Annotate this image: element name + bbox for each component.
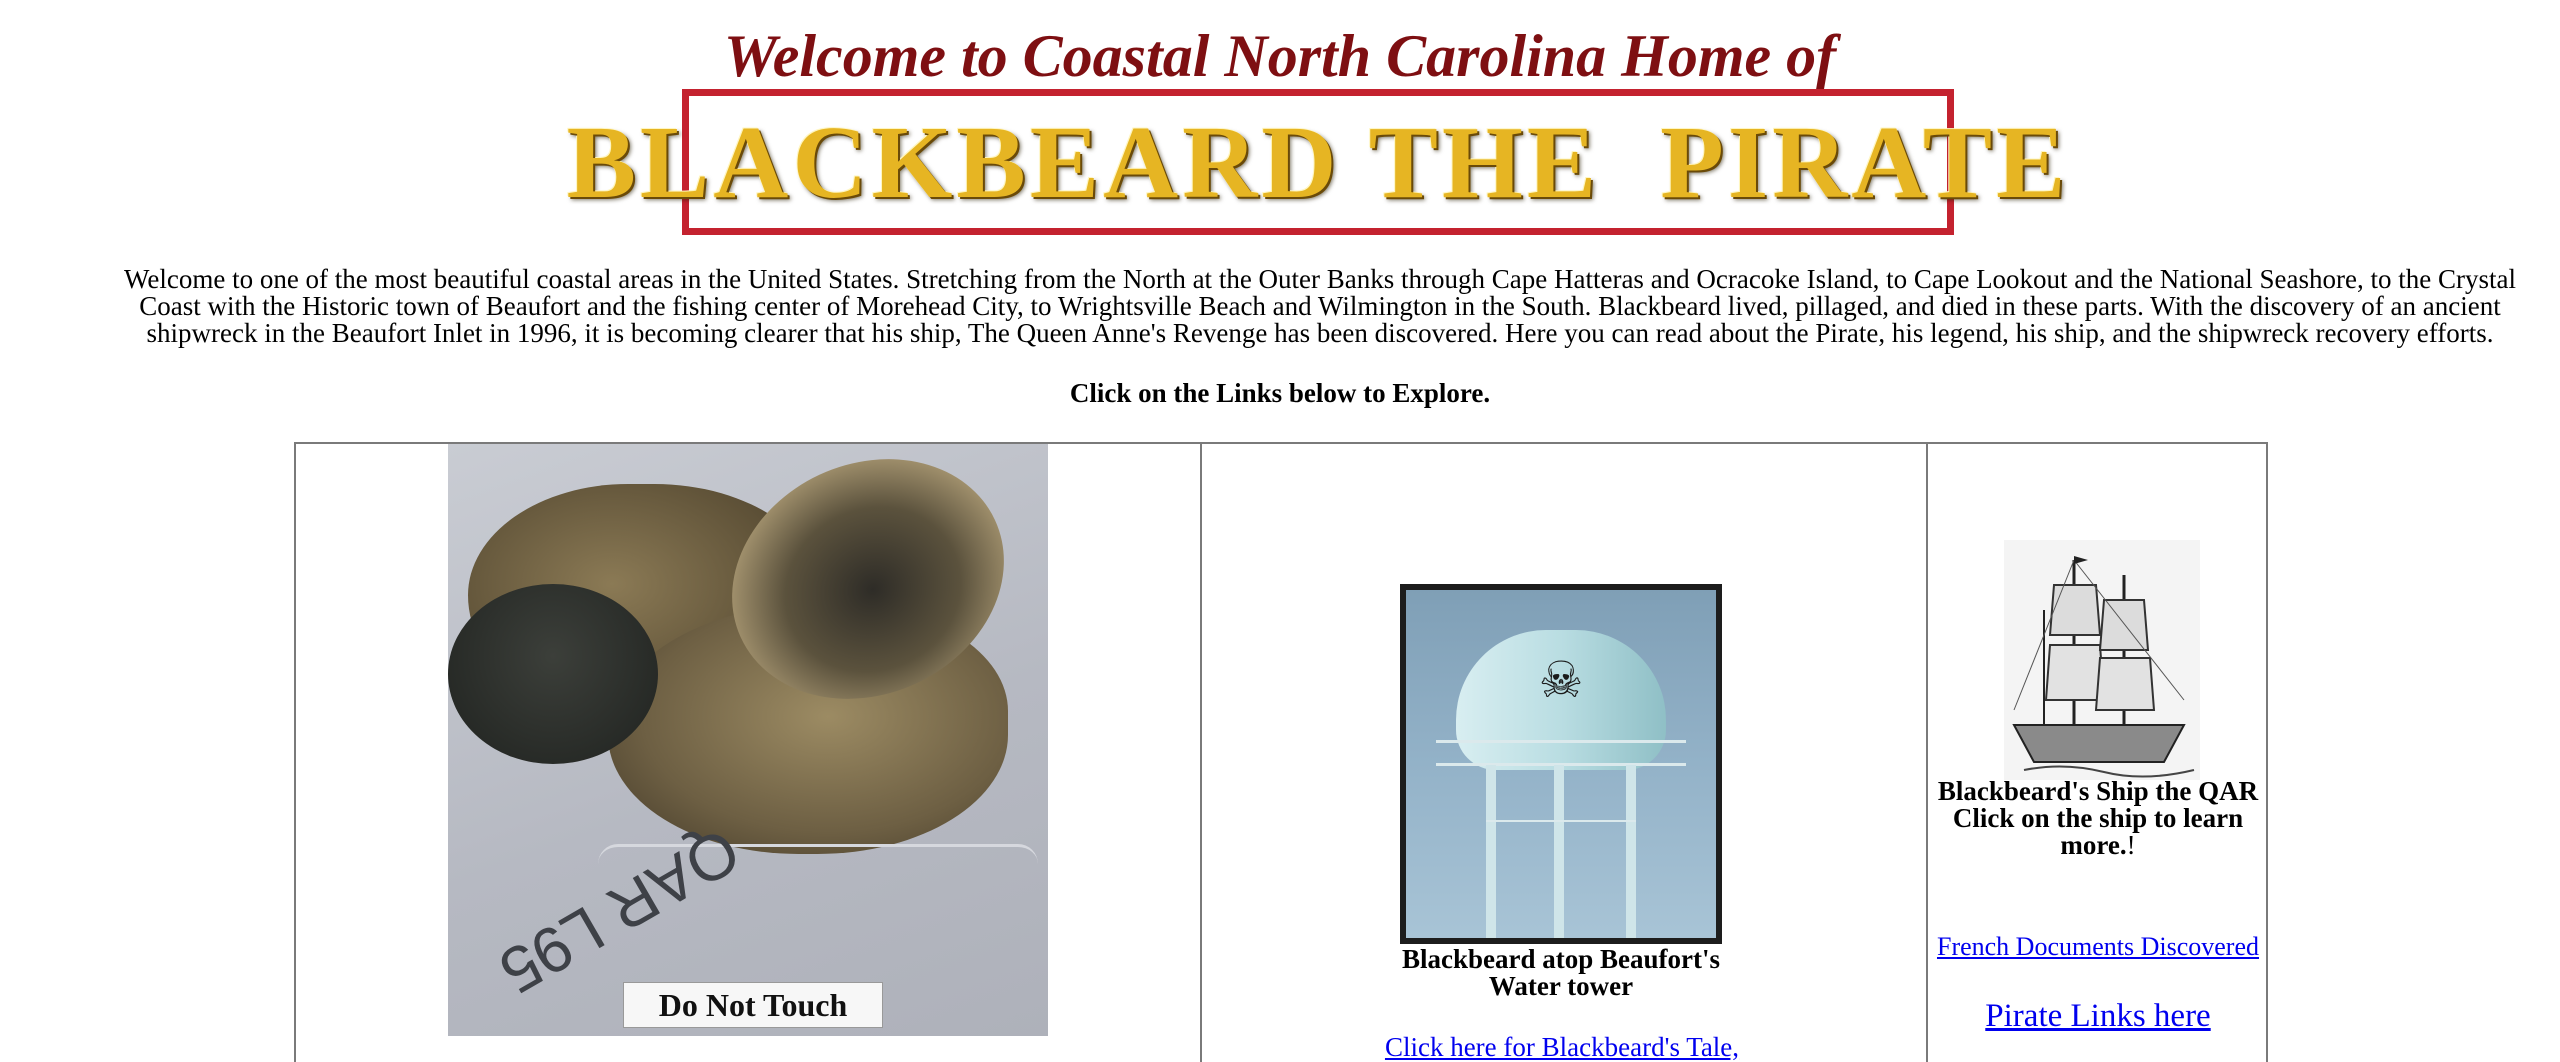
- table-cell-artifact: QAR L95 Do Not Touch: [296, 444, 1202, 1062]
- pirate-links-link[interactable]: Pirate Links here: [1928, 998, 2268, 1035]
- ship-icon: [2004, 540, 2200, 780]
- artifact-scrawl: QAR L95: [487, 814, 752, 1008]
- french-documents-link[interactable]: French Documents Discovered: [1928, 932, 2268, 962]
- intro-paragraph: Welcome to one of the most beautiful coa…: [124, 264, 2516, 348]
- page: Welcome to Coastal North Carolina Home o…: [0, 0, 2560, 1062]
- ship-caption: Blackbeard's Ship the QAR Click on the s…: [1928, 778, 2268, 859]
- table-cell-ship: Blackbeard's Ship the QAR Click on the s…: [1928, 444, 2268, 1062]
- blackbeard-tale-link[interactable]: Click here for Blackbeard's Tale,: [1362, 1032, 1762, 1062]
- water-tower-caption: Blackbeard atop Beaufort's Water tower: [1401, 944, 1720, 1001]
- artifact-concretion: [448, 584, 658, 764]
- links-table: QAR L95 Do Not Touch ☠ Blackbeard atop B…: [294, 442, 2268, 1062]
- welcome-heading: Welcome to Coastal North Carolina Home o…: [723, 23, 1837, 89]
- water-tower-photo[interactable]: ☠: [1400, 584, 1722, 944]
- water-tower-leg: [1626, 765, 1636, 938]
- water-tower-catwalk: [1436, 740, 1686, 766]
- water-tower-leg: [1486, 765, 1496, 938]
- banner-text: BLACKBEARD THE PIRATE: [566, 104, 2070, 220]
- water-tower-leg: [1554, 765, 1564, 938]
- ship-caption-suffix: !: [2126, 830, 2136, 860]
- explore-instruction: Click on the Links below to Explore.: [1069, 378, 1491, 408]
- water-tower-brace: [1486, 820, 1636, 822]
- ship-caption-text: Blackbeard's Ship the QAR Click on the s…: [1937, 776, 2259, 860]
- artifact-photo[interactable]: QAR L95 Do Not Touch: [448, 444, 1048, 1036]
- ship-image[interactable]: [2004, 540, 2200, 780]
- table-cell-water-tower: ☠ Blackbeard atop Beaufort's Water tower…: [1202, 444, 1928, 1062]
- do-not-touch-sign: Do Not Touch: [623, 982, 883, 1028]
- blackbeard-banner-image: BLACKBEARD THE PIRATE: [567, 89, 2065, 235]
- skull-icon: ☠: [1538, 652, 1584, 708]
